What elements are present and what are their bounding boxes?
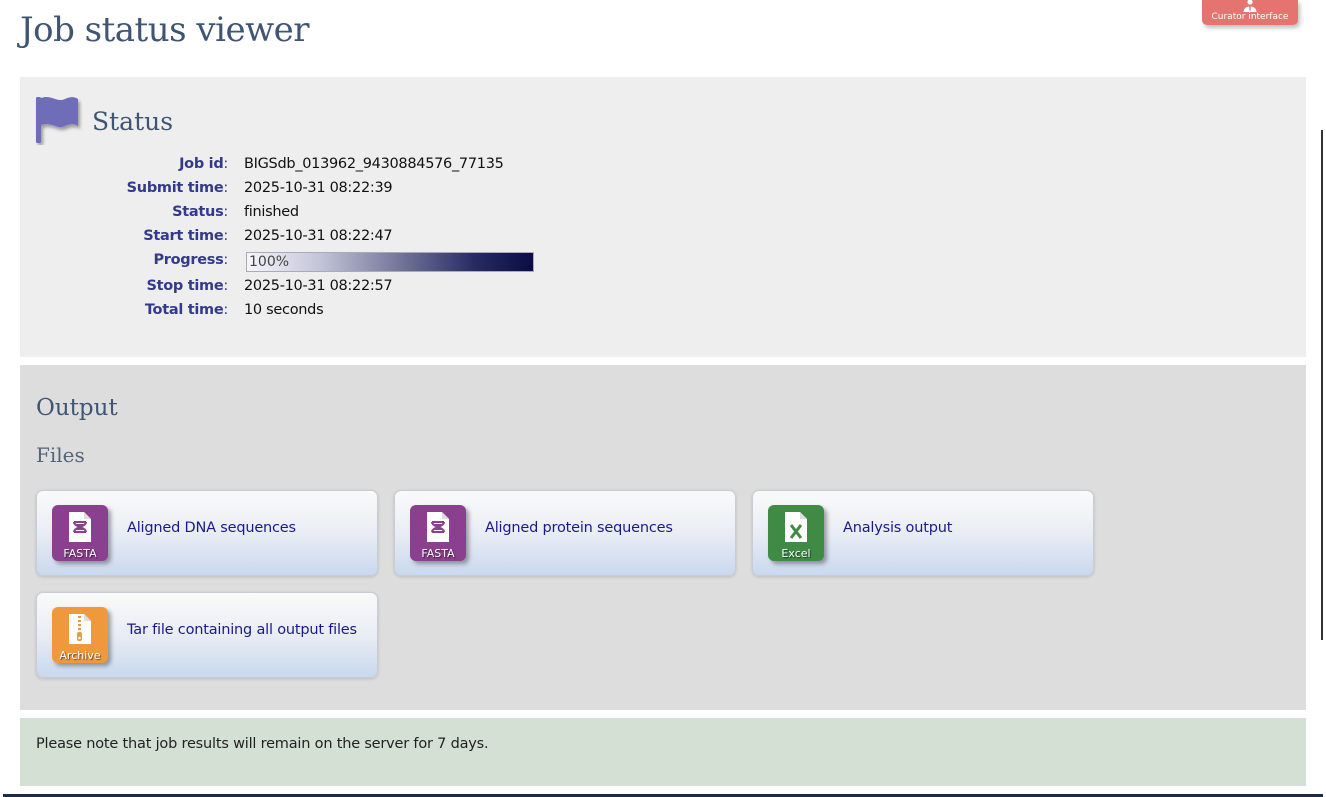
fasta-icon-label: FASTA — [63, 547, 97, 560]
scrollbar[interactable] — [1321, 130, 1323, 640]
curator-interface-button[interactable]: Curator interface — [1202, 0, 1298, 25]
files-heading: Files — [36, 443, 85, 467]
retention-note-text: Please note that job results will remain… — [36, 736, 489, 752]
submit-time-label: Submit time: — [126, 180, 229, 196]
file-card-analysis-output[interactable]: Excel Analysis output — [752, 490, 1094, 576]
status-heading: Status — [92, 107, 174, 136]
page-title: Job status viewer — [20, 10, 310, 50]
archive-file-icon: Archive — [52, 607, 108, 663]
file-card-tar-archive[interactable]: Archive Tar file containing all output f… — [36, 592, 378, 678]
total-time-value: 10 seconds — [244, 302, 324, 318]
file-card-aligned-dna[interactable]: FASTA Aligned DNA sequences — [36, 490, 378, 576]
analysis-output-link[interactable]: Analysis output — [843, 519, 1073, 538]
progress-fill — [247, 253, 533, 271]
job-id-value: BIGSdb_013962_9430884576_77135 — [244, 156, 504, 172]
dna-icon — [69, 512, 91, 542]
stop-time-value: 2025-10-31 08:22:57 — [244, 278, 393, 294]
tar-file-link[interactable]: Tar file containing all output files — [127, 621, 357, 640]
start-time-label: Start time: — [143, 228, 228, 244]
progress-text: 100% — [249, 254, 290, 270]
job-id-label: Job id: — [179, 156, 228, 172]
status-label: Status: — [172, 204, 228, 220]
start-time-value: 2025-10-31 08:22:47 — [244, 228, 393, 244]
dna-icon — [427, 512, 449, 542]
excel-file-icon: Excel — [768, 505, 824, 561]
status-value: finished — [244, 204, 299, 220]
excel-icon — [785, 512, 807, 542]
flag-icon — [36, 96, 78, 143]
progress-label: Progress: — [153, 252, 228, 268]
aligned-dna-sequences-link[interactable]: Aligned DNA sequences — [127, 519, 357, 538]
fasta-file-icon: FASTA — [52, 505, 108, 561]
submit-time-value: 2025-10-31 08:22:39 — [244, 180, 393, 196]
fasta-file-icon: FASTA — [410, 505, 466, 561]
zip-icon — [69, 614, 91, 644]
curator-interface-label: Curator interface — [1211, 12, 1289, 22]
excel-icon-label: Excel — [781, 547, 811, 560]
curator-user-icon — [1243, 0, 1257, 12]
retention-note-panel: Please note that job results will remain… — [20, 718, 1306, 786]
archive-icon-label: Archive — [59, 649, 101, 662]
total-time-label: Total time: — [144, 302, 228, 318]
output-heading: Output — [36, 395, 118, 421]
progress-bar: 100% — [246, 252, 534, 272]
status-panel: Status Job id: BIGSdb_013962_9430884576_… — [20, 77, 1306, 357]
stop-time-label: Stop time: — [146, 278, 228, 294]
fasta-icon-label: FASTA — [421, 547, 455, 560]
aligned-protein-sequences-link[interactable]: Aligned protein sequences — [485, 519, 715, 538]
output-panel: Output Files FASTA Aligned DNA sequences — [20, 365, 1306, 710]
file-card-aligned-protein[interactable]: FASTA Aligned protein sequences — [394, 490, 736, 576]
